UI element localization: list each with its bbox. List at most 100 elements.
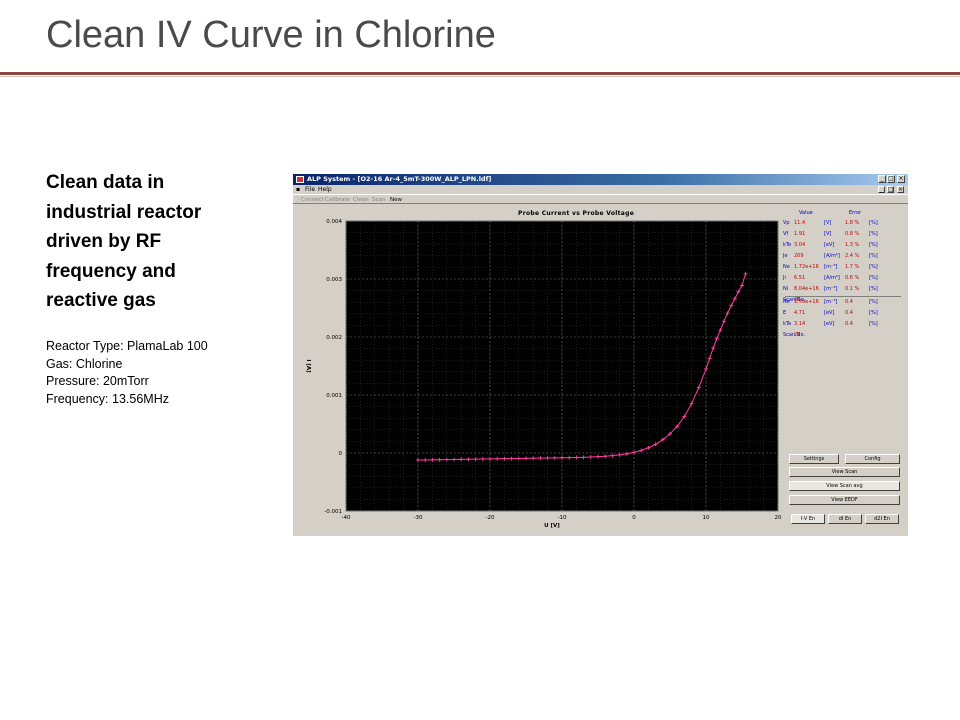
param-unit: [V] [824,231,832,237]
x-axis-label: U [V] [544,523,560,529]
y-axis-label: I [A] [305,359,311,373]
param-name: Ji [783,275,786,281]
param-value: 29 [794,332,801,338]
slide-title: Clean IV Curve in Chlorine [46,14,496,56]
param-unit: [A/m²] [824,275,840,281]
x-tick-label: 20 [775,515,782,521]
param-row: Ne 1.76e+16 [m⁻³] 0.4 [%] [783,299,903,309]
spec-reactor-type: Reactor Type: PlamaLab 100 [46,339,208,353]
param-unit: [V] [824,220,832,226]
view-eedf-button[interactable]: View EEDF [789,495,900,505]
param-row: kTe 3.14 [eV] 0.4 [%] [783,321,903,331]
doc-close-icon[interactable]: × [897,186,904,193]
close-icon[interactable]: × [897,175,905,183]
x-tick-label: 10 [703,515,710,521]
param-pct: [%] [869,220,878,226]
param-error: 2.4 % [845,253,860,259]
param-row: Scan No. 29 [783,332,903,342]
param-value: 4.71 [794,310,806,316]
param-name: kTe [783,321,792,327]
param-pct: [%] [869,264,878,270]
doc-minimize-icon[interactable]: _ [878,186,885,193]
param-unit: [A/m²] [824,253,840,259]
param-error: 0.4 [845,321,853,327]
x-tick-label: -10 [558,515,567,521]
error-header: Error [849,210,862,216]
param-name: Ne [783,264,790,270]
param-pct: [%] [869,231,878,237]
spec-pressure: Pressure: 20mTorr [46,374,149,388]
lead-paragraph: Clean data in industrial reactor driven … [46,168,256,316]
x-tick-label: -20 [486,515,495,521]
param-value: 1.72e+16 [794,264,819,270]
param-value: 1.91 [794,231,806,237]
y-tick-label: 0.001 [326,393,342,399]
param-value: 3.04 [794,242,806,248]
param-error: 0.1 % [845,286,860,292]
param-unit: [eV] [824,321,835,327]
x-tick-label: -30 [414,515,423,521]
tab-d2i[interactable]: d2I En [865,514,899,524]
param-unit: [m⁻³] [824,299,838,305]
param-pct: [%] [869,310,878,316]
param-name: E [783,310,787,316]
spec-frequency: Frequency: 13.56MHz [46,391,169,406]
maximize-icon[interactable]: □ [887,175,895,183]
param-row: Je 209 [A/m²] 2.4 % [%] [783,253,903,263]
config-button[interactable]: Config [845,454,900,464]
param-header-row: Value Error [783,210,903,220]
param-error: 0.6 % [845,275,860,281]
param-pct: [%] [869,253,878,259]
param-name: kTe [783,242,792,248]
param-name: Vp [783,220,790,226]
param-row: Vp 11.4 [V] 1.8 % [%] [783,220,903,230]
view-scan-avg-button[interactable]: View Scan avg [789,481,900,491]
x-tick-label: -40 [342,515,351,521]
title-underline [0,72,960,75]
param-unit: [eV] [824,242,835,248]
value-header: Value [799,210,813,216]
param-row: Ji 6.51 [A/m²] 0.6 % [%] [783,275,903,285]
param-unit: [m⁻³] [824,286,838,292]
param-name: Je [783,253,788,259]
tab-di[interactable]: dI En [828,514,862,524]
lead-line: reactive gas [46,290,156,311]
y-tick-label: 0.004 [326,219,342,225]
param-row: Ni 8.04e+16 [m⁻³] 0.1 % [%] [783,286,903,296]
alp-system-window: ALP System - [O2-16 Ar-4_5mT-300W_ALP_LP… [293,174,908,536]
lead-line: industrial reactor [46,201,202,223]
param-error: 1.8 % [845,220,860,226]
param-value: 8.04e+16 [794,286,819,292]
param-row: Vf 1.91 [V] 0.8 % [%] [783,231,903,241]
y-tick-label: -0.001 [324,509,342,515]
param-pct: [%] [869,242,878,248]
param-unit: [eV] [824,310,835,316]
param-value: 6.51 [794,275,806,281]
param-value: 1.76e+16 [794,299,819,305]
param-error: 1.7 % [845,264,860,270]
x-tick-label: 0 [632,515,636,521]
param-value: 3.14 [794,321,806,327]
view-scan-button[interactable]: View Scan [789,467,900,477]
y-tick-label: 0 [339,451,343,457]
reactor-specs: Reactor Type: PlamaLab 100 Gas: Chlorine… [46,338,208,408]
param-divider [785,296,901,297]
y-tick-label: 0.003 [326,277,342,283]
param-value: 209 [794,253,804,259]
param-row: kTe 3.04 [eV] 1.3 % [%] [783,242,903,252]
param-pct: [%] [869,321,878,327]
minimize-icon[interactable]: _ [878,175,886,183]
param-pct: [%] [869,286,878,292]
param-pct: [%] [869,275,878,281]
settings-button[interactable]: Settings [789,454,839,464]
doc-restore-icon[interactable]: □ [887,186,894,193]
param-unit: [m⁻³] [824,264,838,270]
y-tick-label: 0.002 [326,335,342,341]
param-name: Vf [783,231,789,237]
param-name: Ni [783,286,789,292]
param-pct: [%] [869,299,878,305]
lead-line: driven by RF [46,231,162,252]
tab-iv[interactable]: I-V En [791,514,825,524]
lead-line: frequency and [46,260,176,282]
title-underline-thin [0,76,960,77]
